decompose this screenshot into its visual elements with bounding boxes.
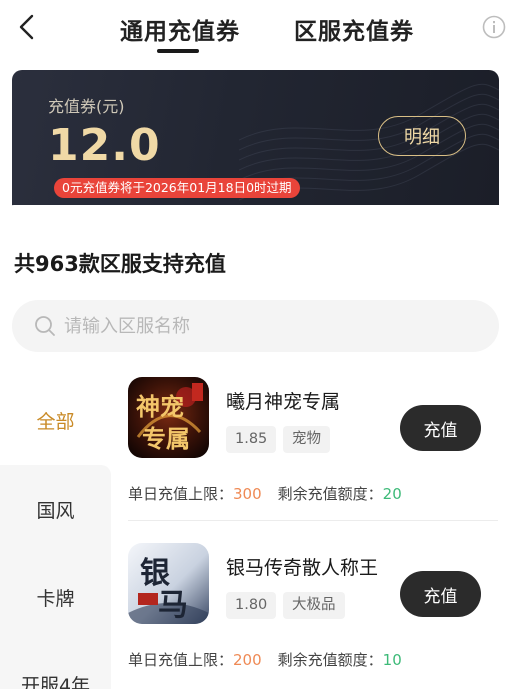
charge-button[interactable]: 充值 — [400, 571, 481, 617]
search-icon — [35, 316, 55, 336]
remaining-label: 剩余充值额度： — [277, 651, 383, 669]
voucher-balance-value: 12.0 — [48, 120, 161, 171]
daily-limit-label: 单日充值上限： — [128, 651, 234, 669]
game-icon-silver-horse: 银 马 — [128, 543, 209, 624]
category-item-guofeng[interactable]: 国风 — [0, 465, 111, 553]
svg-text:专属: 专属 — [142, 424, 190, 453]
tab-server-voucher[interactable]: 区服充值券 — [294, 12, 414, 46]
game-genre-tag: 宠物 — [283, 426, 330, 453]
game-rating-tag: 1.80 — [226, 592, 277, 619]
daily-limit-value: 300 — [233, 485, 262, 503]
game-limits: 单日充值上限：300 剩余充值额度：20 — [128, 483, 402, 504]
game-icon-pet: 神宠 专属 — [128, 377, 209, 458]
category-sidebar: 全部 国风 卡牌 开服4年 — [0, 376, 111, 689]
active-tab-indicator — [157, 49, 199, 53]
category-item-all[interactable]: 全部 — [0, 376, 111, 465]
voucher-balance-label: 充值券(元) — [48, 97, 125, 116]
svg-text:马: 马 — [158, 588, 188, 623]
list-divider — [128, 520, 498, 521]
category-item-card[interactable]: 卡牌 — [0, 553, 111, 641]
info-icon[interactable] — [482, 15, 506, 39]
charge-button[interactable]: 充值 — [400, 405, 481, 451]
remaining-value: 20 — [382, 485, 402, 503]
svg-text:银: 银 — [140, 556, 170, 591]
game-limits: 单日充值上限：200 剩余充值额度：10 — [128, 649, 402, 670]
back-arrow-icon[interactable] — [14, 12, 42, 42]
game-name: 银马传奇散人称王 — [226, 557, 379, 579]
game-list-item[interactable]: 银 马 银马传奇散人称王 1.80 大极品 充值 单日充值上限：200 剩余充值额… — [128, 543, 498, 688]
svg-text:神宠: 神宠 — [136, 392, 184, 421]
supported-servers-title: 共963款区服支持充值 — [14, 252, 226, 276]
game-rating-tag: 1.85 — [226, 426, 277, 453]
remaining-label: 剩余充值额度： — [277, 485, 383, 503]
search-input[interactable] — [64, 300, 484, 352]
header: 通用充值券 区服充值券 — [0, 0, 519, 58]
game-list-item[interactable]: 神宠 专属 曦月神宠专属 1.85 宠物 充值 单日充值上限：300 剩余充值额度… — [128, 377, 498, 522]
expire-notice-badge: 0元充值券将于2026年01月18日0时过期 — [54, 178, 300, 198]
search-bar[interactable] — [12, 300, 499, 352]
category-item-4-years[interactable]: 开服4年 — [0, 641, 111, 689]
game-name: 曦月神宠专属 — [226, 391, 341, 413]
detail-button[interactable]: 明细 — [378, 116, 466, 156]
game-genre-tag: 大极品 — [283, 592, 345, 619]
daily-limit-value: 200 — [233, 651, 262, 669]
daily-limit-label: 单日充值上限： — [128, 485, 234, 503]
tab-general-voucher[interactable]: 通用充值券 — [120, 12, 240, 46]
remaining-value: 10 — [382, 651, 402, 669]
